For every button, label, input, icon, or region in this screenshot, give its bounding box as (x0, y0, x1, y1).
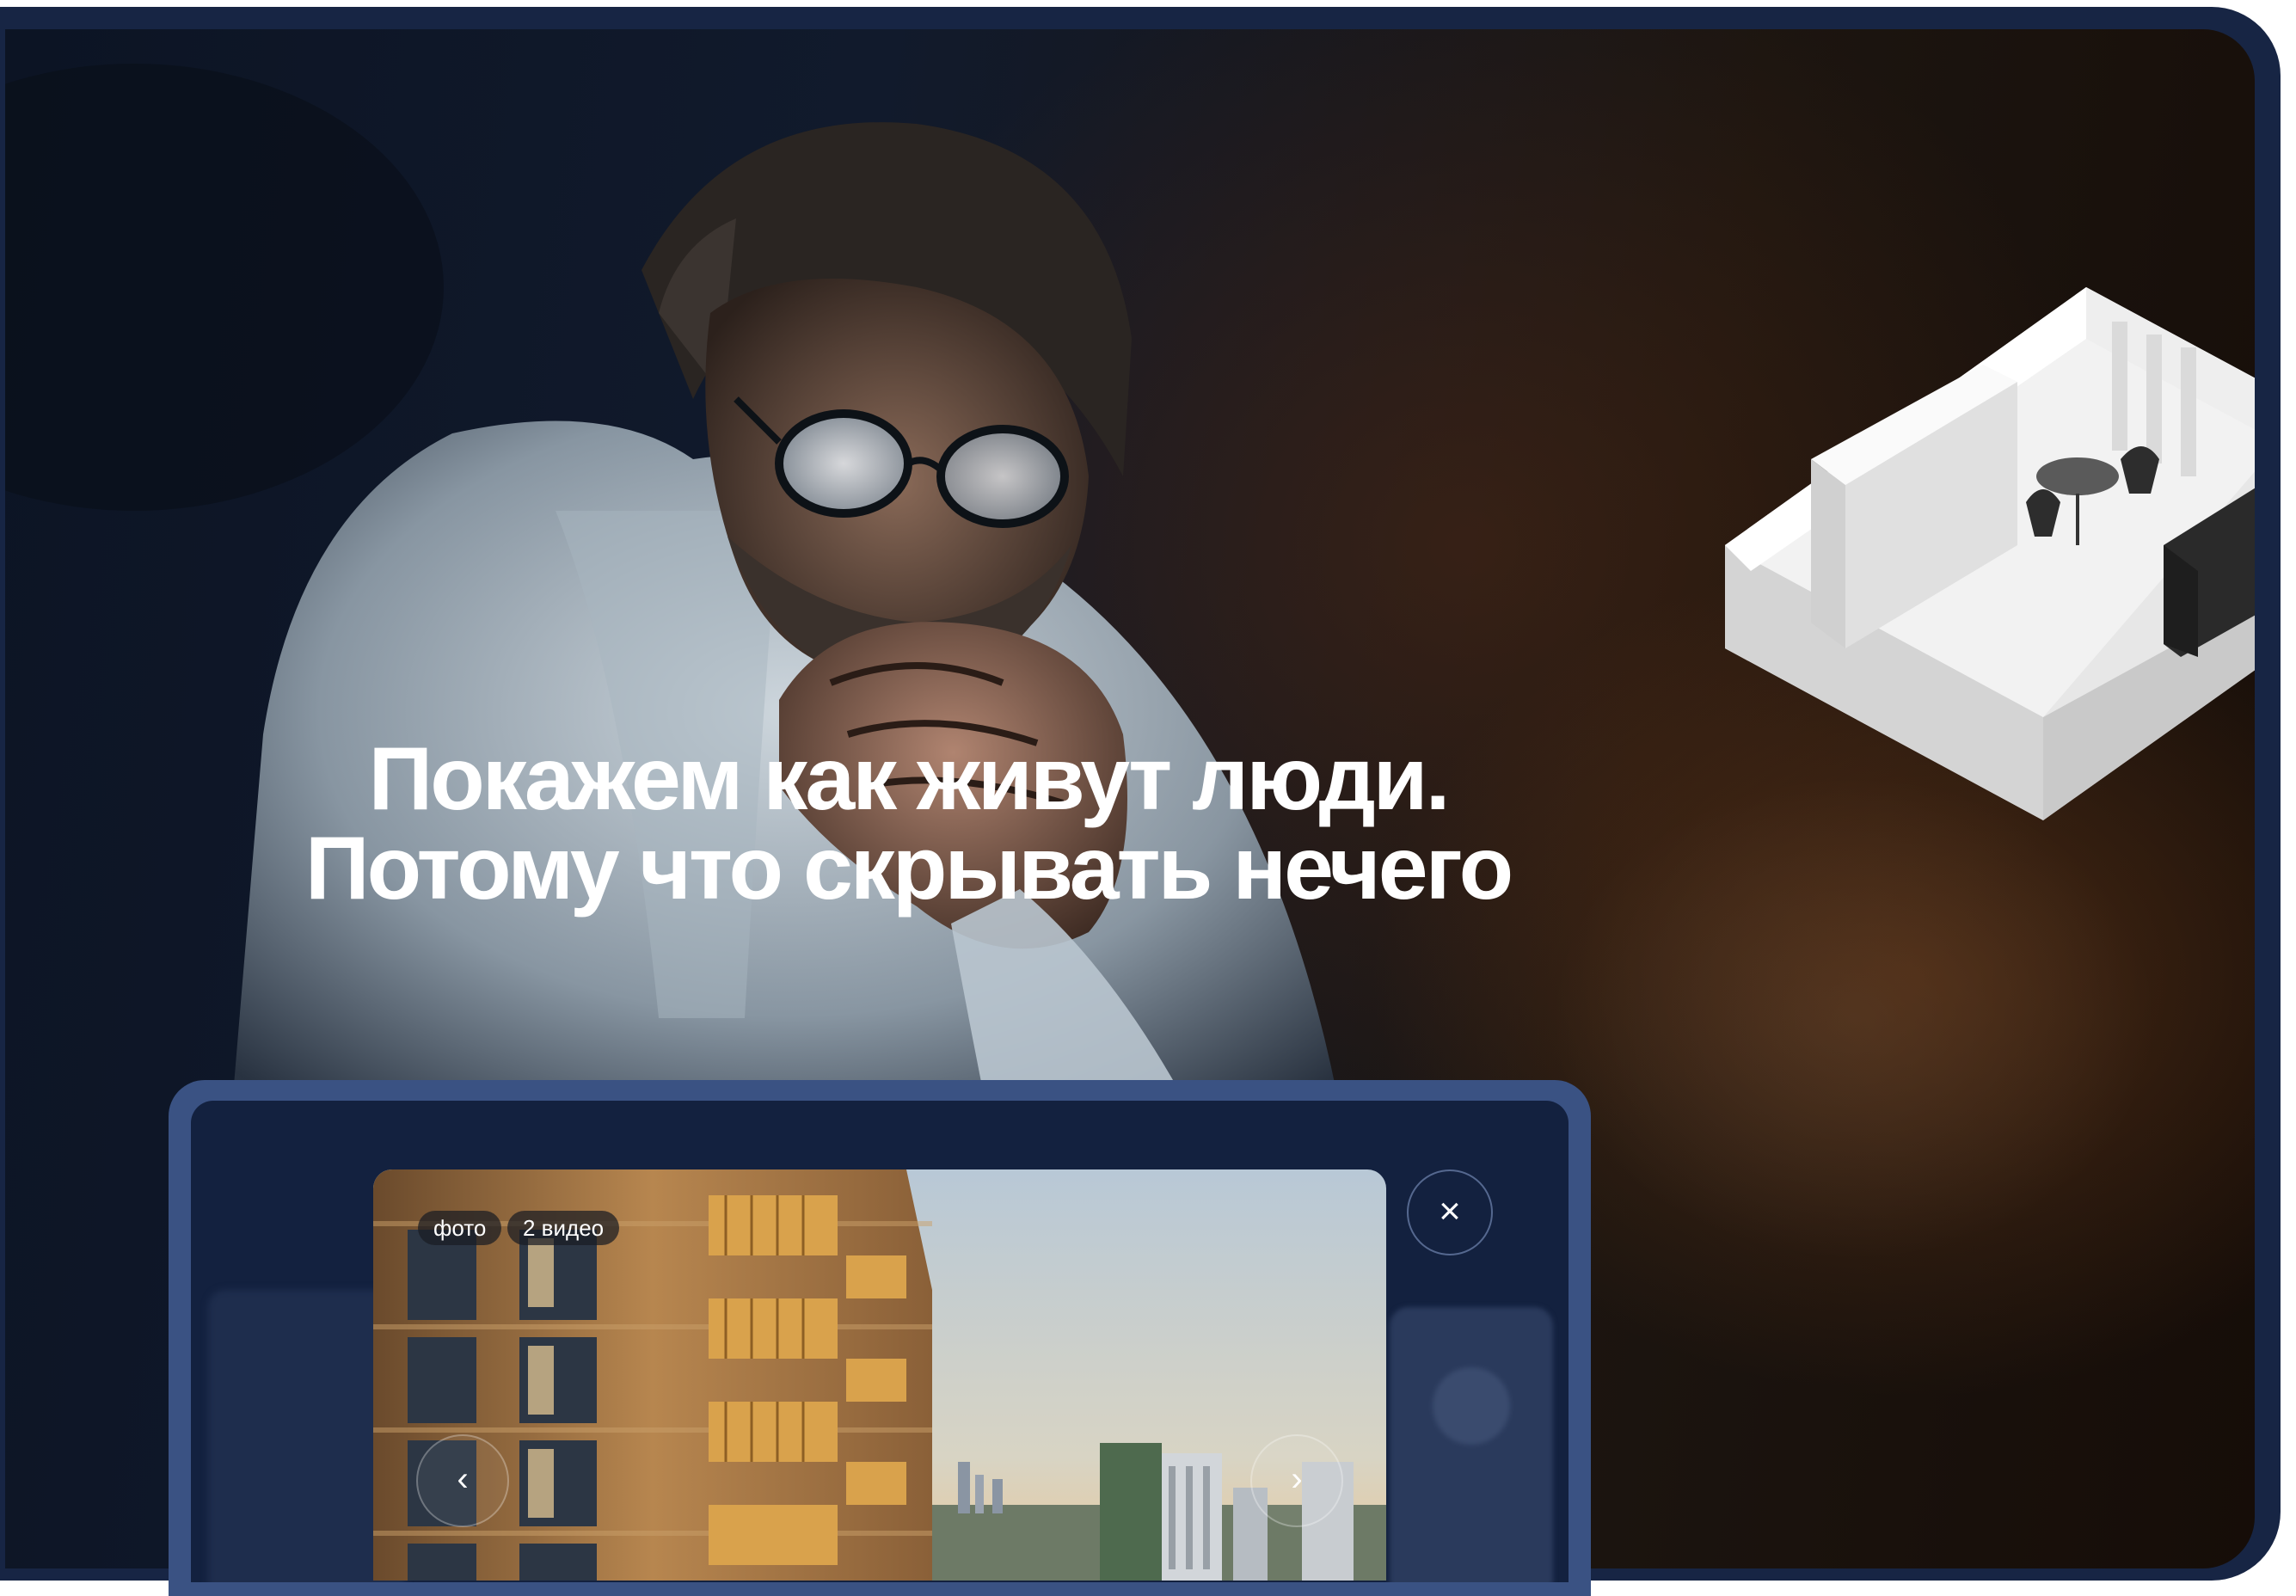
tab-video[interactable]: 2 видео (507, 1211, 620, 1245)
hero-photo-person (5, 64, 1347, 1147)
isometric-apartment-render (1725, 287, 2255, 820)
gallery-photo[interactable]: фото 2 видео ‹ › (373, 1169, 1386, 1581)
next-photo-button[interactable]: › (1250, 1434, 1343, 1527)
chevron-right-icon: › (1291, 1460, 1303, 1498)
hero-headline-line-1: Покажем как живут люди. (368, 729, 1451, 829)
close-icon: × (1439, 1190, 1461, 1232)
previous-photo-button[interactable]: ‹ (416, 1434, 509, 1527)
hero-headline-line-2: Потому что скрывать нечего (304, 819, 1513, 918)
blurred-background-card-right (1390, 1307, 1553, 1582)
chevron-left-icon: ‹ (457, 1460, 469, 1498)
hero-headline: Покажем как живут люди. Потому что скрыв… (272, 734, 1544, 913)
close-gallery-button[interactable]: × (1407, 1169, 1493, 1255)
tab-photo[interactable]: фото (418, 1211, 502, 1245)
